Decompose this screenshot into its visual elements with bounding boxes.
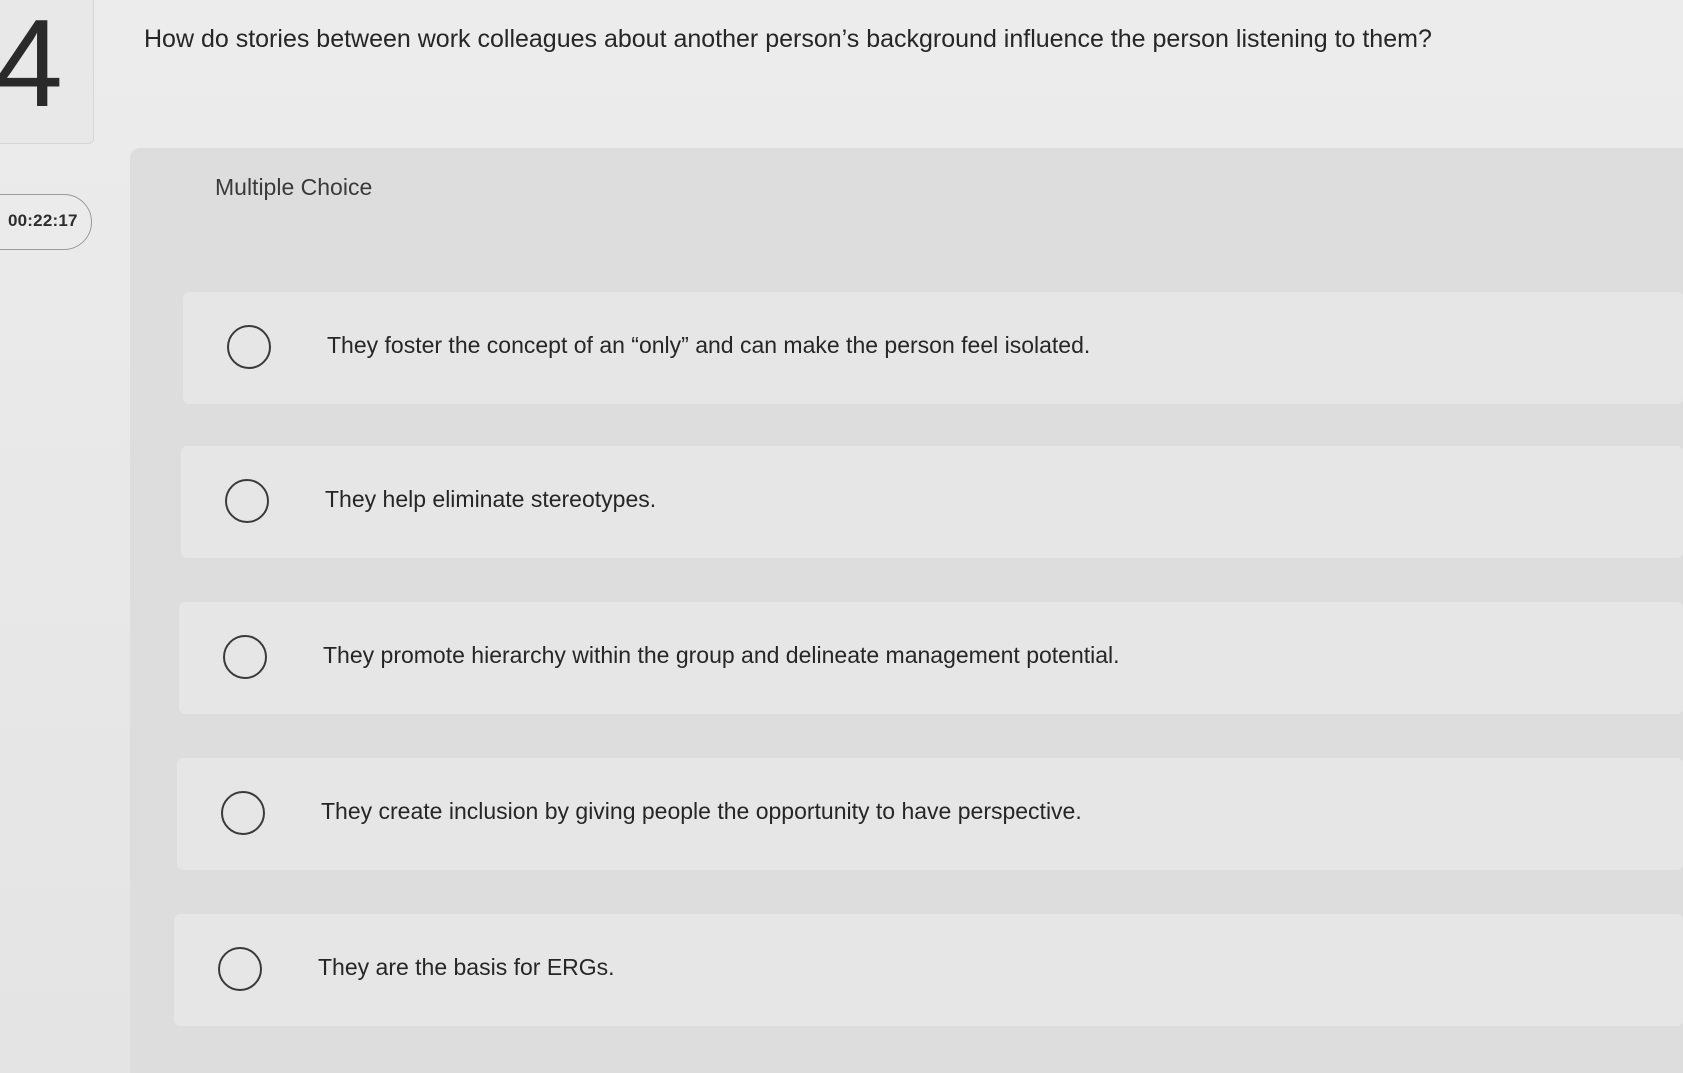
- timer-pill: 00:22:17: [0, 194, 92, 250]
- radio-button-icon[interactable]: [221, 791, 265, 835]
- question-number-tile: 4: [0, 0, 94, 144]
- question-prompt: How do stories between work colleagues a…: [144, 25, 1432, 53]
- answer-choice-4[interactable]: They create inclusion by giving people t…: [177, 758, 1683, 870]
- answer-choice-label: They foster the concept of an “only” and…: [327, 332, 1091, 358]
- question-type-label: Multiple Choice: [215, 174, 373, 200]
- answer-choice-3[interactable]: They promote hierarchy within the group …: [179, 602, 1683, 714]
- answer-choice-1[interactable]: They foster the concept of an “only” and…: [183, 292, 1683, 404]
- quiz-page: 4 00:22:17 How do stories between work c…: [0, 0, 1683, 1073]
- radio-button-icon[interactable]: [225, 479, 269, 523]
- answer-choice-label: They promote hierarchy within the group …: [323, 642, 1120, 668]
- radio-button-icon[interactable]: [223, 635, 267, 679]
- answer-choice-label: They help eliminate stereotypes.: [325, 486, 657, 512]
- answer-choice-label: They create inclusion by giving people t…: [321, 798, 1082, 824]
- radio-button-icon[interactable]: [227, 325, 271, 369]
- answer-choice-2[interactable]: They help eliminate stereotypes.: [181, 446, 1683, 558]
- answer-choice-label: They are the basis for ERGs.: [318, 954, 615, 980]
- question-number: 4: [0, 0, 63, 133]
- radio-button-icon[interactable]: [218, 947, 262, 991]
- timer-text: 00:22:17: [8, 211, 78, 230]
- answer-choice-5[interactable]: They are the basis for ERGs.: [174, 914, 1683, 1026]
